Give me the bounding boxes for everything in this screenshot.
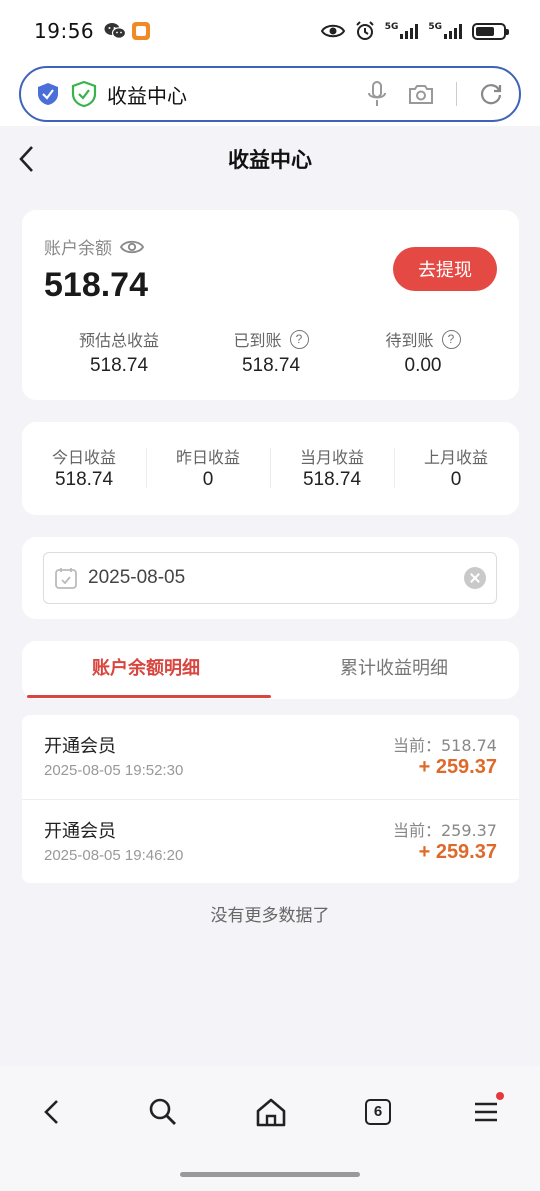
signal-icon-2: 5G <box>428 23 462 39</box>
record-amount: + 259.37 <box>418 841 497 863</box>
stat-label: 预估总收益 <box>78 331 159 350</box>
nav-back-button[interactable] <box>32 1092 72 1132</box>
microphone-icon[interactable] <box>368 81 386 107</box>
stat-label: 上月收益 <box>423 448 488 467</box>
stat-value: 0 <box>202 469 214 490</box>
calendar-icon <box>55 568 77 589</box>
no-more-data-text: 没有更多数据了 <box>210 906 330 926</box>
signal-icon: 5G <box>385 23 419 39</box>
help-icon[interactable]: ? <box>289 329 309 349</box>
alarm-icon <box>355 21 374 40</box>
stat-value: 518.74 <box>54 469 114 490</box>
record-title: 开通会员 <box>44 821 116 842</box>
date-picker-input[interactable]: 2025-08-05 <box>43 552 497 604</box>
nav-tabs-button[interactable]: 6 <box>358 1092 398 1132</box>
detail-tabs: 账户余额明细 累计收益明细 <box>22 641 519 699</box>
stat-label: 当月收益 <box>299 448 364 467</box>
nav-search-button[interactable] <box>143 1092 183 1132</box>
tab-balance-detail[interactable]: 账户余额明细 <box>22 641 270 699</box>
record-amount: + 259.37 <box>418 756 497 778</box>
stat-today: 今日收益 518.74 <box>22 444 146 491</box>
eye-icon <box>320 24 345 38</box>
balance-card: 账户余额 518.74 去提现 预估总收益 518.74 已到账? 518.74… <box>22 210 519 400</box>
stat-value: 518.74 <box>241 355 301 376</box>
date-value: 2025-08-05 <box>88 567 186 588</box>
shield-icon <box>38 83 58 105</box>
battery-icon <box>472 22 509 40</box>
date-filter-card: 2025-08-05 <box>22 537 519 619</box>
page-header: 收益中心 <box>0 126 540 192</box>
stat-value: 518.74 <box>302 469 362 490</box>
record-current-balance: 当前：259.37 <box>393 821 497 840</box>
notification-dot <box>496 1092 504 1100</box>
record-title: 开通会员 <box>44 736 116 757</box>
back-icon <box>44 1100 58 1124</box>
app-notification-icon <box>132 22 151 40</box>
list-item[interactable]: 开通会员 2025-08-05 19:46:20 当前：259.37 + 259… <box>22 800 519 884</box>
balance-label: 账户余额 <box>44 239 112 259</box>
stat-label: 昨日收益 <box>175 448 240 467</box>
stat-this-month: 当月收益 518.74 <box>270 444 394 491</box>
list-item[interactable]: 开通会员 2025-08-05 19:52:30 当前：518.74 + 259… <box>22 715 519 800</box>
stat-yesterday: 昨日收益 0 <box>146 444 270 491</box>
period-stats-card: 今日收益 518.74 昨日收益 0 当月收益 518.74 上月收益 0 <box>22 422 519 515</box>
home-icon <box>256 1098 286 1127</box>
record-list: 开通会员 2025-08-05 19:52:30 当前：518.74 + 259… <box>22 715 519 883</box>
stat-label: 待到账 <box>385 331 434 350</box>
record-time: 2025-08-05 19:52:30 <box>44 762 184 779</box>
record-current-balance: 当前：518.74 <box>393 736 497 755</box>
refresh-icon[interactable] <box>479 82 503 106</box>
security-check-icon <box>71 80 97 108</box>
tab-count: 6 <box>365 1099 391 1125</box>
withdraw-button[interactable]: 去提现 <box>393 247 497 291</box>
nav-home-button[interactable] <box>251 1092 291 1132</box>
url-text[interactable]: 收益中心 <box>107 80 187 109</box>
stat-received: 已到账? 518.74 <box>196 328 346 377</box>
balance-label-row: 账户余额 <box>44 234 144 259</box>
stat-estimated-total: 预估总收益 518.74 <box>44 328 194 377</box>
search-icon <box>149 1098 176 1125</box>
stat-value: 0.00 <box>404 355 442 376</box>
page-title: 收益中心 <box>228 148 312 172</box>
status-bar: 19:56 5G 5G <box>0 0 540 62</box>
home-indicator[interactable] <box>180 1172 360 1177</box>
address-bar[interactable]: 收益中心 <box>19 66 521 122</box>
stat-value: 518.74 <box>89 355 149 376</box>
clear-icon[interactable] <box>464 567 486 589</box>
stat-last-month: 上月收益 0 <box>394 444 518 491</box>
stat-value: 0 <box>450 469 462 490</box>
active-tab-indicator <box>27 695 271 698</box>
balance-amount: 518.74 <box>44 266 148 304</box>
camera-icon[interactable] <box>408 83 434 105</box>
menu-icon <box>475 1102 497 1122</box>
help-icon[interactable]: ? <box>441 329 461 349</box>
eye-icon[interactable] <box>120 239 144 255</box>
tab-earnings-detail[interactable]: 累计收益明细 <box>270 641 518 699</box>
record-time: 2025-08-05 19:46:20 <box>44 847 184 864</box>
stat-label: 今日收益 <box>51 448 116 467</box>
stat-label: 已到账 <box>233 331 282 350</box>
nav-menu-button[interactable] <box>466 1092 506 1132</box>
wechat-icon <box>104 23 127 39</box>
stat-pending: 待到账? 0.00 <box>348 328 498 377</box>
status-time: 19:56 <box>34 19 95 43</box>
url-divider <box>456 82 457 106</box>
